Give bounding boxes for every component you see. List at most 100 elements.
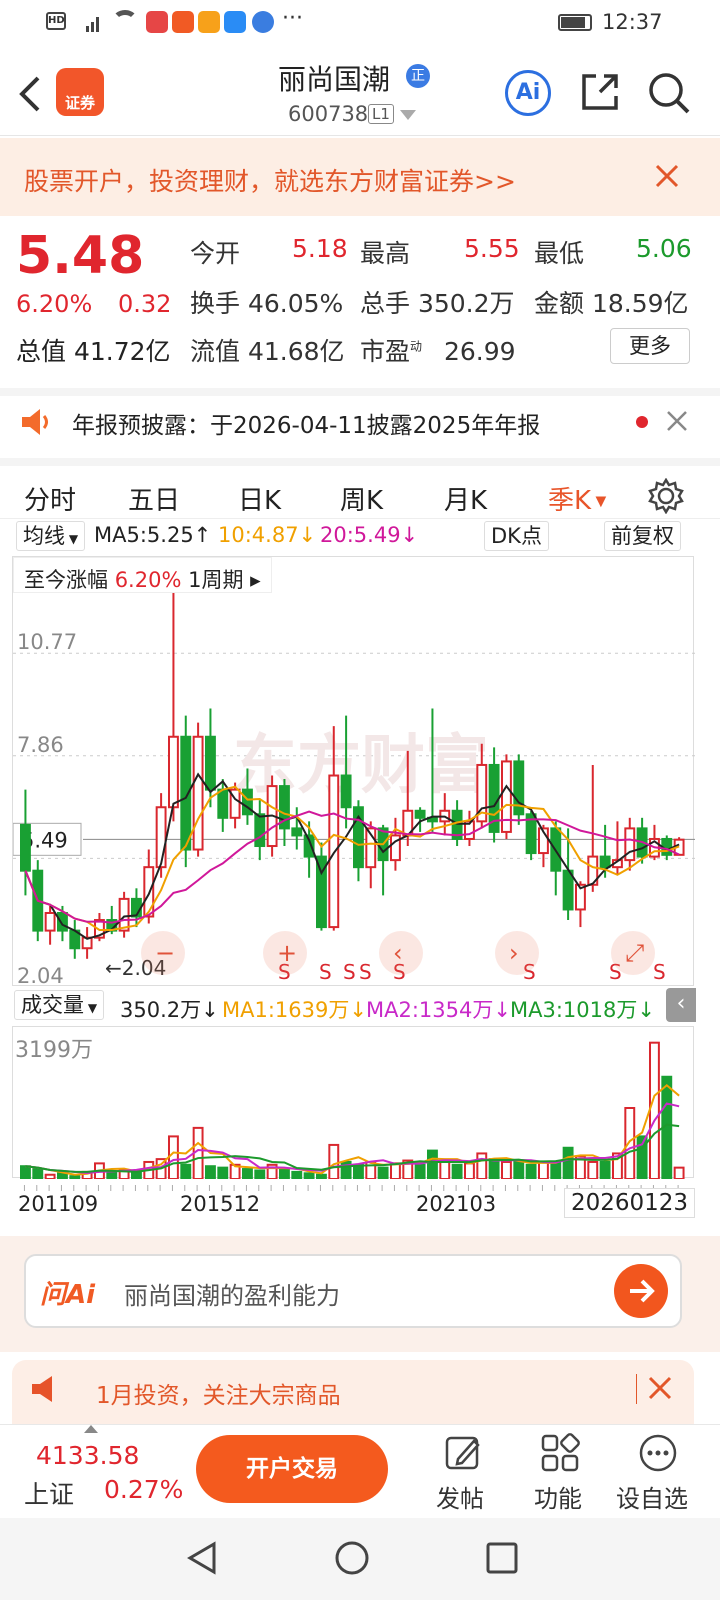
turnover-amount: 金额 18.59亿 <box>534 289 689 318</box>
candle-body <box>328 774 340 929</box>
commodity-promo-text[interactable]: 1月投资，关注大宗商品 <box>96 1376 341 1410</box>
clock: 12:37 <box>602 10 663 34</box>
ma20-value: 20:5.49↓ <box>320 523 419 547</box>
divider <box>636 1374 637 1404</box>
sell-signal-marker: S <box>319 960 332 984</box>
volume-bar <box>44 1173 56 1181</box>
candle-body <box>44 911 56 932</box>
close-icon[interactable] <box>666 410 688 432</box>
tab-weekly-k[interactable]: 周K <box>340 480 383 517</box>
market-cap: 总值 41.72亿 <box>16 337 171 366</box>
commodity-promo[interactable]: 1月投资，关注大宗商品 <box>12 1360 694 1424</box>
ma-type-select[interactable]: 均线 ▼ <box>16 521 86 551</box>
chart-nav-glyph: ‹ <box>393 939 403 967</box>
quote-panel: 5.48 6.20% 0.32 总值 41.72亿 今开 5.18 最高 5.5… <box>0 216 720 386</box>
high-label: 最高 <box>360 239 411 268</box>
volume-indicator-select[interactable]: 成交量 ▼ <box>14 990 105 1020</box>
change-percent: 6.20% <box>16 290 93 318</box>
securities-logo[interactable]: 证券 <box>56 68 104 116</box>
unread-dot <box>636 416 648 428</box>
volume-bar <box>414 1163 426 1181</box>
vol-ma3: MA3:1018万↓ <box>510 998 655 1022</box>
chevron-down-icon[interactable] <box>400 110 416 120</box>
stock-header: 证券 丽尚国潮 正 600738 L1 Ai <box>0 48 720 136</box>
candle-body <box>562 869 574 911</box>
back-icon[interactable] <box>16 74 46 114</box>
candle-body <box>291 827 303 837</box>
volume-bar <box>32 1168 44 1180</box>
close-icon[interactable] <box>655 164 679 188</box>
x-label-201512: 201512 <box>180 1192 261 1216</box>
tab-monthly-k[interactable]: 月K <box>444 480 487 517</box>
promo-banner-text[interactable]: 股票开户，投资理财，就选东方财富证券>> <box>24 162 516 198</box>
gear-icon[interactable] <box>648 478 684 514</box>
system-navigation-bar <box>0 1518 720 1600</box>
volume-bar <box>106 1170 118 1180</box>
volume-bar <box>377 1166 389 1180</box>
k-line-chart[interactable]: 至今涨幅 6.20% 1周期 ▸ 东方财富 10.77 7.86 2.04 5.49 S S… <box>12 556 695 988</box>
candle-body <box>414 809 426 819</box>
volume-bar <box>168 1135 179 1180</box>
volume-bar <box>303 1172 315 1181</box>
functions-grid-icon[interactable] <box>540 1433 580 1473</box>
battery-icon <box>558 14 592 31</box>
level-badge[interactable]: L1 <box>368 104 394 124</box>
chart-nav-glyph: ⤢ <box>625 939 644 967</box>
open-value: 5.18 <box>292 234 348 263</box>
collapse-panel-button[interactable]: ‹ <box>666 988 696 1022</box>
dk-point-select[interactable]: DK点 <box>484 521 549 551</box>
arrow-right-icon <box>630 1279 655 1303</box>
notice-text[interactable]: 年报预披露：于2026-04-11披露2025年年报 <box>72 406 540 440</box>
candle-body <box>168 735 179 809</box>
index-value[interactable]: 4133.58 <box>36 1441 139 1470</box>
ask-ai-section: 问Ai 丽尚国潮的盈利能力 <box>0 1236 720 1352</box>
candle-body <box>254 813 266 848</box>
vol-ma1: MA1:1639万↓ <box>222 998 367 1022</box>
ask-ai-input[interactable]: 问Ai 丽尚国潮的盈利能力 <box>24 1254 682 1328</box>
open-label: 今开 <box>190 239 241 268</box>
volume-bar <box>328 1143 340 1180</box>
search-icon[interactable] <box>646 70 692 116</box>
ai-assistant-button[interactable]: Ai <box>505 70 551 116</box>
volume-chart[interactable]: 3199万 <box>12 1026 694 1181</box>
ma-legend: 均线 ▼ MA5:5.25↑ 10:4.87↓ 20:5.49↓ DK点 前复权 <box>0 518 720 552</box>
ask-ai-placeholder[interactable]: 丽尚国潮的盈利能力 <box>124 1276 340 1311</box>
more-notifications-icon: ··· <box>282 6 303 31</box>
y-axis-label: 2.04 <box>17 964 64 987</box>
range-change[interactable]: 至今涨幅 6.20% 1周期 ▸ <box>13 557 272 593</box>
more-circle-icon[interactable] <box>638 1433 678 1473</box>
tab-five-day[interactable]: 五日 <box>128 480 180 517</box>
recents-square-icon[interactable] <box>484 1540 520 1576</box>
close-icon[interactable] <box>648 1376 672 1400</box>
period-tabs: 分时 五日 日K 周K 月K 季K ▼ <box>0 458 720 526</box>
promo-banner[interactable]: 股票开户，投资理财，就选东方财富证券>> <box>0 138 720 216</box>
back-triangle-icon[interactable] <box>184 1540 220 1576</box>
share-icon[interactable] <box>578 70 622 114</box>
functions-label[interactable]: 功能 <box>534 1479 582 1514</box>
more-button[interactable]: 更多 <box>610 328 690 364</box>
open-account-trade-button[interactable]: 开户交易 <box>196 1435 388 1503</box>
notice-bar[interactable]: 年报预披露：于2026-04-11披露2025年年报 <box>0 388 720 456</box>
home-circle-icon[interactable] <box>334 1540 370 1576</box>
volume-bar <box>550 1160 562 1181</box>
vol-ma2: MA2:1354万↓ <box>366 998 511 1022</box>
low-value: 5.06 <box>636 234 692 263</box>
volume-bar <box>476 1152 488 1181</box>
ask-ai-send-button[interactable] <box>614 1264 668 1318</box>
index-name[interactable]: 上证 <box>24 1475 74 1511</box>
index-percent[interactable]: 0.27% <box>104 1475 183 1504</box>
candle-body <box>155 806 167 869</box>
megaphone-icon <box>32 1376 52 1402</box>
volume-bar <box>488 1158 500 1180</box>
tab-minute[interactable]: 分时 <box>24 480 76 517</box>
add-watchlist-label[interactable]: 设自选 <box>616 1479 688 1514</box>
tab-quarterly-k[interactable]: 季K ▼ <box>548 480 606 517</box>
edit-post-icon[interactable] <box>444 1433 484 1473</box>
tab-daily-k[interactable]: 日K <box>238 480 281 517</box>
sell-signal-marker: S <box>359 960 372 984</box>
volume-bar <box>562 1146 574 1181</box>
volume-bar <box>624 1107 636 1180</box>
volume-bar <box>131 1170 142 1180</box>
post-label[interactable]: 发帖 <box>436 1479 484 1514</box>
adjust-select[interactable]: 前复权 <box>604 521 681 551</box>
